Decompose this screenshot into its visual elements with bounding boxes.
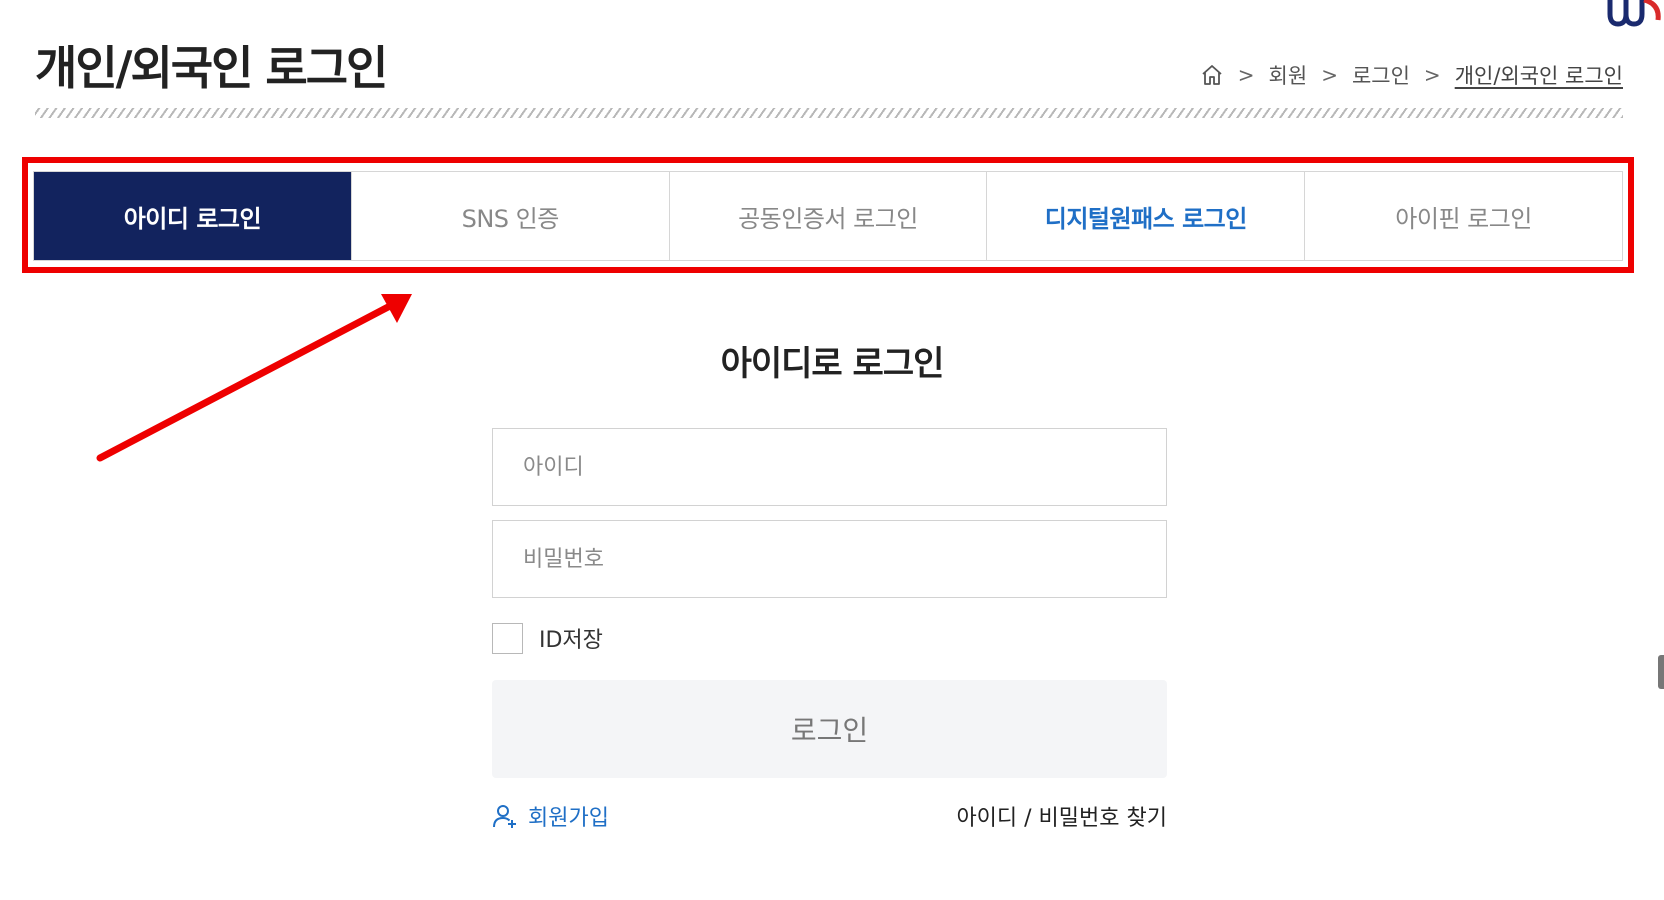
title-divider [35,108,1623,118]
login-section-title: 아이디로 로그인 [720,344,945,384]
breadcrumb-separator: > [1321,63,1338,87]
signup-link[interactable]: 회원가입 [492,800,609,832]
save-id-label: ID저장 [539,628,603,653]
find-id-password-link[interactable]: 아이디 / 비밀번호 찾기 [956,800,1167,832]
login-page: 개인/외국인 로그인 > 회원 > 로그인 > 개인/외국인 로그인 아이디 로… [0,0,1664,900]
breadcrumb-item-login[interactable]: 로그인 [1352,60,1410,90]
corner-logo-icon [1607,0,1661,27]
scrollbar-edge[interactable] [1658,655,1664,689]
breadcrumb-separator: > [1423,63,1441,87]
signup-label: 회원가입 [528,806,609,831]
id-input[interactable] [492,428,1167,506]
home-icon[interactable] [1200,63,1224,87]
breadcrumb: > 회원 > 로그인 > 개인/외국인 로그인 [1200,60,1623,90]
breadcrumb-item-current[interactable]: 개인/외국인 로그인 [1455,60,1623,90]
login-button[interactable]: 로그인 [492,680,1167,778]
page-title: 개인/외국인 로그인 [35,41,388,95]
user-plus-icon [493,805,516,828]
tabs-highlight-box [22,157,1634,273]
breadcrumb-separator: > [1237,63,1255,87]
password-input[interactable] [492,520,1167,598]
save-id-checkbox[interactable] [492,622,523,654]
save-id-option[interactable]: ID저장 [492,622,603,654]
breadcrumb-item-member[interactable]: 회원 [1269,60,1308,90]
